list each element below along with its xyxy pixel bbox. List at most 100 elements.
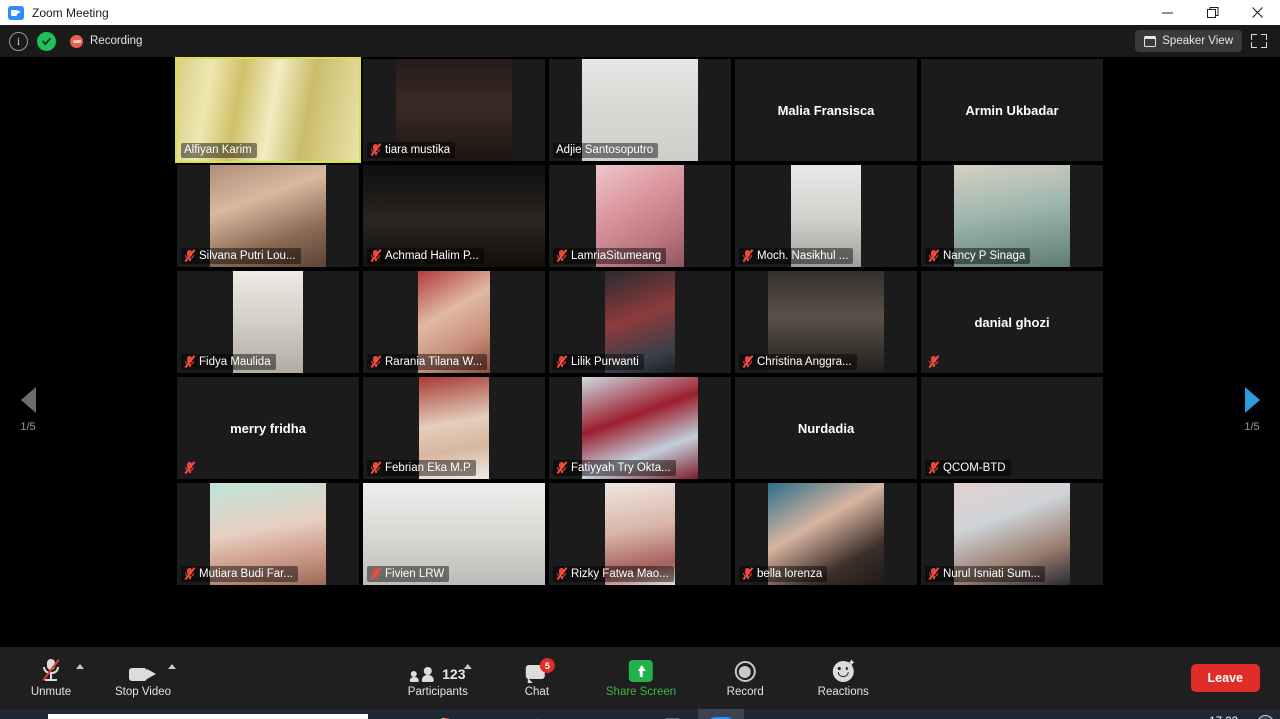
participant-name-tag: Fidya Maulida: [181, 354, 276, 370]
search-input[interactable]: Type here to search: [48, 714, 368, 719]
participant-tile[interactable]: Rizky Fatwa Mao...: [547, 481, 733, 587]
participant-grid: Alfiyan Karim tiara mustika Adjie Santosop…: [175, 57, 1105, 587]
participant-tile[interactable]: bella lorenza: [733, 481, 919, 587]
record-button[interactable]: Record: [716, 658, 774, 698]
reactions-button[interactable]: ✦ Reactions: [814, 658, 872, 699]
start-button[interactable]: [0, 709, 46, 719]
stop-video-button[interactable]: Stop Video: [114, 658, 176, 698]
next-page-button[interactable]: 1/5: [1224, 387, 1280, 433]
participant-name: bella lorenza: [757, 567, 823, 580]
participant-tile[interactable]: Febrian Eka M.P: [361, 375, 547, 481]
participant-tile[interactable]: Rarania Tilana W...: [361, 269, 547, 375]
participant-name: Febrian Eka M.P: [385, 461, 471, 474]
participant-tile[interactable]: Silvana Putri Lou...: [175, 163, 361, 269]
participant-tile[interactable]: Christina Anggra...: [733, 269, 919, 375]
edge-icon[interactable]: [468, 709, 514, 719]
participant-name: Rarania Tilana W...: [385, 355, 483, 368]
speaker-view-button[interactable]: Speaker View: [1135, 30, 1242, 52]
participant-tile[interactable]: Nancy P Sinaga: [919, 163, 1105, 269]
participant-tile[interactable]: Mutiara Budi Far...: [175, 481, 361, 587]
participant-tile[interactable]: Nurul Isniati Sum...: [919, 481, 1105, 587]
participant-tile[interactable]: QCOM-BTD: [919, 375, 1105, 481]
participant-tile[interactable]: merry fridha: [175, 375, 361, 481]
chat-button[interactable]: 5 Chat: [508, 658, 566, 698]
participant-name: Nancy P Sinaga: [943, 249, 1026, 262]
participant-name: Achmad Halim P...: [385, 249, 479, 262]
leave-meeting-button[interactable]: Leave: [1190, 664, 1260, 692]
share-screen-label: Share Screen: [605, 686, 677, 698]
task-view-button[interactable]: [368, 709, 412, 719]
participant-tile[interactable]: Fatiyyah Try Okta...: [547, 375, 733, 481]
participants-button[interactable]: 123 Participants: [407, 658, 472, 698]
close-button[interactable]: [1235, 0, 1280, 25]
microphone-muted-icon: [556, 567, 568, 580]
participant-tile[interactable]: Moch. Nasikhul ...: [733, 163, 919, 269]
participant-name-tag: Rizky Fatwa Mao...: [553, 566, 674, 582]
participant-name: Fivien LRW: [385, 567, 445, 580]
windows-taskbar: Type here to search: [0, 709, 1280, 719]
participant-tile[interactable]: Alfiyan Karim: [175, 57, 361, 163]
fullscreen-icon[interactable]: [1248, 30, 1270, 52]
info-icon[interactable]: i: [9, 31, 28, 51]
microphone-muted-icon: [928, 355, 940, 368]
shield-icon[interactable]: [37, 31, 56, 51]
participant-tile[interactable]: Adjie Santosoputro: [547, 57, 733, 163]
meeting-controls-toolbar: Unmute Stop Video 123 Participants 5 Cha…: [0, 647, 1280, 709]
zoom-icon[interactable]: [698, 709, 744, 719]
participants-label: Participants: [407, 686, 468, 698]
participant-name-tag: Rarania Tilana W...: [367, 354, 488, 370]
chat-icon: 5: [525, 658, 555, 683]
chrome-icon[interactable]: [422, 709, 468, 719]
participant-tile[interactable]: danial ghozi: [919, 269, 1105, 375]
microphone-muted-icon: [370, 143, 382, 156]
participant-name-tag: Christina Anggra...: [739, 354, 857, 370]
microphone-muted-icon: [184, 567, 196, 580]
microsoft-store-icon[interactable]: [514, 709, 560, 719]
page-indicator-left: 1/5: [20, 421, 36, 433]
participant-tile[interactable]: Fidya Maulida: [175, 269, 361, 375]
participant-tile[interactable]: Achmad Halim P...: [361, 163, 547, 269]
participant-tile[interactable]: Nurdadia: [733, 375, 919, 481]
microphone-muted-icon: [184, 461, 196, 474]
video-options-chevron-icon[interactable]: [168, 664, 176, 669]
participant-name-centered: danial ghozi: [974, 314, 1050, 330]
participant-name-tag: LamriaSitumeang: [553, 248, 667, 264]
mail-icon[interactable]: 92: [606, 709, 652, 719]
audio-options-chevron-icon[interactable]: [76, 664, 84, 669]
participant-name: Fidya Maulida: [199, 355, 271, 368]
chat-unread-badge: 5: [539, 658, 555, 673]
system-tray: 17.02 19/06/2020 22: [1056, 709, 1280, 719]
file-explorer-icon[interactable]: [560, 709, 606, 719]
meeting-top-bar: i Recording Speaker View: [0, 25, 1280, 57]
participant-tile[interactable]: Armin Ukbadar: [919, 57, 1105, 163]
participant-name-tag: Lilik Purwanti: [553, 354, 644, 370]
participant-name: Nurul Isniati Sum...: [943, 567, 1041, 580]
stop-video-label: Stop Video: [114, 686, 172, 698]
participants-options-chevron-icon[interactable]: [463, 664, 472, 669]
participant-tile[interactable]: tiara mustika: [361, 57, 547, 163]
speaker-view-label: Speaker View: [1162, 35, 1233, 47]
microphone-muted-icon: [370, 461, 382, 474]
adobe-reader-icon[interactable]: [652, 709, 698, 719]
participant-name: Silvana Putri Lou...: [199, 249, 296, 262]
camera-icon: [129, 666, 157, 682]
participant-name-tag: Mutiara Budi Far...: [181, 566, 298, 582]
reactions-label: Reactions: [817, 686, 869, 698]
recording-label: Recording: [90, 35, 143, 47]
participant-tile[interactable]: LamriaSitumeang: [547, 163, 733, 269]
participant-name-tag: Febrian Eka M.P: [367, 460, 476, 476]
participant-tile[interactable]: Lilik Purwanti: [547, 269, 733, 375]
maximize-button[interactable]: [1190, 0, 1235, 25]
microphone-muted-icon: [41, 658, 61, 682]
share-screen-button[interactable]: Share Screen: [606, 658, 676, 698]
participant-tile[interactable]: Malia Fransisca: [733, 57, 919, 163]
previous-page-button[interactable]: 1/5: [0, 387, 56, 433]
recording-indicator-icon[interactable]: [70, 34, 83, 48]
unmute-button[interactable]: Unmute: [22, 658, 84, 698]
participant-tile[interactable]: Fivien LRW: [361, 481, 547, 587]
microphone-muted-icon: [742, 355, 754, 368]
microphone-muted-icon: [556, 249, 568, 262]
minimize-button[interactable]: [1145, 0, 1190, 25]
participant-name: Fatiyyah Try Okta...: [571, 461, 671, 474]
participant-name-centered: Armin Ukbadar: [965, 102, 1059, 118]
